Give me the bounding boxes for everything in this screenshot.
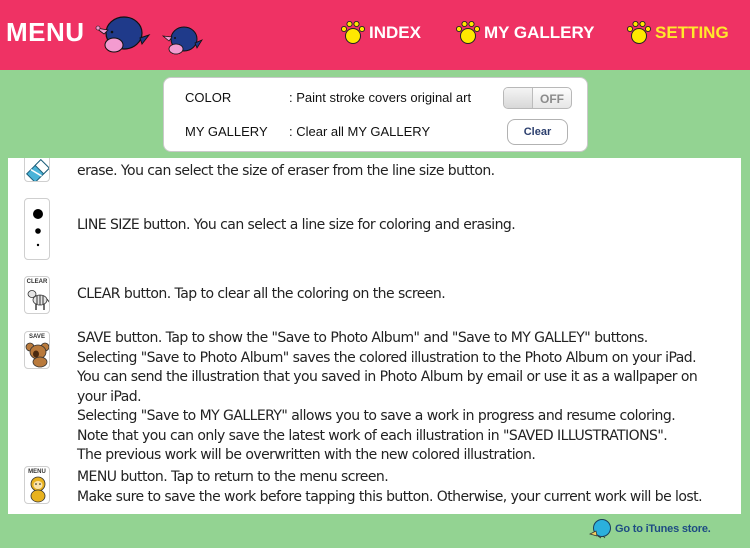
nav-index-label: INDEX <box>369 23 421 42</box>
line-size-icon <box>24 198 50 260</box>
mole-mascot-icon <box>95 16 151 53</box>
toggle-knob <box>504 88 533 108</box>
setting-gallery-description: : Clear all MY GALLERY <box>289 124 431 139</box>
save-koala-icon: SAVE <box>24 331 50 369</box>
bird-mascot-icon <box>589 519 611 539</box>
menu-button[interactable]: MENU <box>6 17 85 48</box>
header-bar: MENU INDEX MY GALLERY SETTING <box>0 0 750 70</box>
paw-icon <box>626 20 652 44</box>
save-description: SAVE button. Tap to show the "Save to Ph… <box>77 330 698 463</box>
menu-monkey-icon: MENU <box>24 466 50 504</box>
paw-icon <box>455 20 481 44</box>
settings-panel: COLOR : Paint stroke covers original art… <box>163 77 588 152</box>
line-size-description: LINE SIZE button. You can select a line … <box>77 217 516 233</box>
nav-setting-label: SETTING <box>655 23 729 42</box>
eraser-description: ERASER button. Tap to select the eraser.… <box>77 158 705 179</box>
itunes-store-label: Go to iTunes store. <box>615 523 711 535</box>
clear-description: CLEAR button. Tap to clear all the color… <box>77 286 446 302</box>
clear-gallery-button[interactable]: Clear <box>507 119 568 145</box>
menu-description: MENU button. Tap to return to the menu s… <box>77 469 703 505</box>
itunes-store-link[interactable]: Go to iTunes store. <box>589 519 711 539</box>
setting-gallery-row: MY GALLERY : Clear all MY GALLERY Clear <box>164 112 587 145</box>
nav-setting[interactable]: SETTING <box>626 20 729 46</box>
nav-my-gallery[interactable]: MY GALLERY <box>455 20 595 46</box>
nav-index[interactable]: INDEX <box>340 20 421 46</box>
clear-zebra-icon: CLEAR <box>24 276 50 314</box>
nav-my-gallery-label: MY GALLERY <box>484 23 595 42</box>
setting-color-label: COLOR <box>185 90 232 105</box>
paw-icon <box>340 20 366 44</box>
color-toggle-switch[interactable]: OFF <box>503 87 572 109</box>
help-content[interactable]: ERASER button. Tap to select the eraser.… <box>8 158 741 514</box>
toggle-state-label: OFF <box>540 92 564 106</box>
setting-color-row: COLOR : Paint stroke covers original art… <box>164 78 587 109</box>
setting-gallery-label: MY GALLERY <box>185 124 268 139</box>
mole-mascot-icon <box>161 26 204 55</box>
setting-color-description: : Paint stroke covers original art <box>289 90 472 105</box>
eraser-icon <box>24 158 50 182</box>
